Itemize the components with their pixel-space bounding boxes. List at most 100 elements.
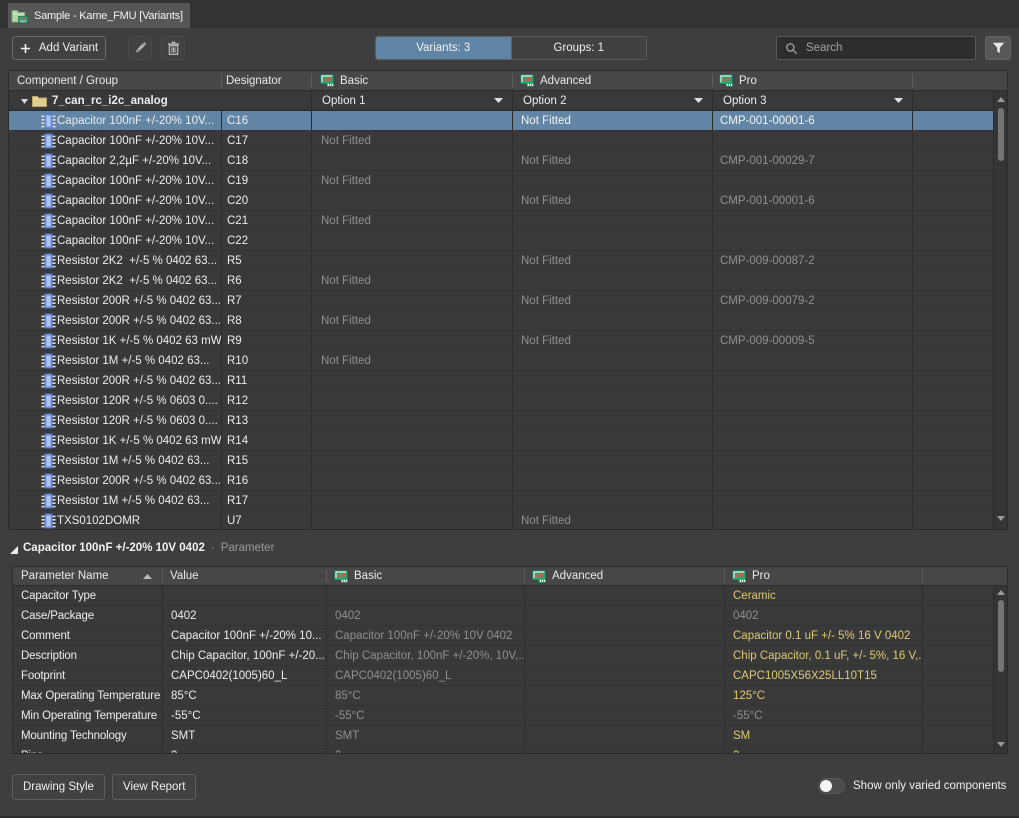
- drawing-style-label: Drawing Style: [23, 781, 94, 793]
- filler-cell: [922, 686, 993, 705]
- delete-variant-button[interactable]: [161, 36, 185, 60]
- component-row[interactable]: Capacitor 100nF +/-20% 10V...C22: [9, 231, 993, 251]
- component-row[interactable]: Resistor 200R +/-5 % 0402 63...R11: [9, 371, 993, 391]
- component-row[interactable]: Resistor 1M +/-5 % 0402 63...R15: [9, 451, 993, 471]
- basic-cell: [311, 251, 512, 270]
- component-row[interactable]: Resistor 1K +/-5 % 0402 63 mWR14: [9, 431, 993, 451]
- param-column-header-pro[interactable]: Pro: [732, 567, 922, 585]
- param-pro-cell-value: Capacitor 0.1 uF +/- 5% 16 V 0402: [733, 630, 910, 642]
- group-row[interactable]: 7_can_rc_i2c_analog Option 1 Option 2 Optio…: [9, 91, 993, 111]
- variant-option-dropdown[interactable]: Option 1: [311, 91, 512, 110]
- scroll-up-button[interactable]: [997, 97, 1005, 102]
- header-separator: [162, 570, 163, 582]
- scroll-up-button[interactable]: [997, 590, 1005, 595]
- component-row[interactable]: Resistor 1M +/-5 % 0402 63...R10Not Fitt…: [9, 351, 993, 371]
- filler-cell: [912, 271, 993, 290]
- column-header-advanced[interactable]: Advanced: [520, 71, 712, 90]
- basic-cell: [311, 431, 512, 450]
- parameter-row[interactable]: Capacitor TypeCeramic: [13, 586, 993, 606]
- group-name: 7_can_rc_i2c_analog: [52, 95, 168, 107]
- component-row[interactable]: Capacitor 100nF +/-20% 10V...C20Not Fitt…: [9, 191, 993, 211]
- component-row[interactable]: Resistor 2K2 +/-5 % 0402 63...R6Not Fitt…: [9, 271, 993, 291]
- param-advanced-cell: [524, 646, 724, 665]
- detail-subtitle: Parameter: [221, 542, 275, 554]
- component-row[interactable]: Resistor 200R +/-5 % 0402 63...R16: [9, 471, 993, 491]
- component-row[interactable]: Capacitor 100nF +/-20% 10V...C16Not Fitt…: [9, 111, 993, 131]
- component-row[interactable]: Resistor 1K +/-5 % 0402 63 mWR9Not Fitte…: [9, 331, 993, 351]
- scroll-thumb[interactable]: [998, 600, 1004, 672]
- param-column-header-value[interactable]: Value: [170, 567, 326, 585]
- component-row[interactable]: Capacitor 100nF +/-20% 10V...C21Not Fitt…: [9, 211, 993, 231]
- column-header-label: Designator: [226, 75, 282, 87]
- param-value-cell-value: CAPC0402(1005)60_L: [171, 670, 287, 682]
- chip-icon: [41, 393, 56, 409]
- add-variant-button[interactable]: Add Variant: [12, 36, 106, 60]
- group-expander[interactable]: [21, 99, 28, 104]
- component-row[interactable]: TXS0102DOMRU7Not Fitted: [9, 511, 993, 530]
- param-column-header-advanced[interactable]: Advanced: [532, 567, 724, 585]
- variant-pcb-icon: [334, 570, 348, 583]
- scroll-down-icon: [997, 516, 1005, 521]
- search-input[interactable]: Search: [776, 36, 976, 60]
- header-separator: [311, 74, 312, 87]
- component-row[interactable]: Capacitor 100nF +/-20% 10V...C17Not Fitt…: [9, 131, 993, 151]
- parameter-row[interactable]: CommentCapacitor 100nF +/-20% 10...Capac…: [13, 626, 993, 646]
- variant-option-dropdown[interactable]: Option 2: [512, 91, 712, 110]
- parameter-row[interactable]: Min Operating Temperature-55°C-55°C-55°C: [13, 706, 993, 726]
- scroll-down-button[interactable]: [997, 742, 1005, 747]
- parameter-row[interactable]: Mounting TechnologySMTSMTSM: [13, 726, 993, 746]
- column-header-pro[interactable]: Pro: [719, 71, 912, 90]
- basic-cell: Not Fitted: [311, 171, 512, 190]
- param-column-header-parameter-name[interactable]: Parameter Name: [21, 567, 162, 585]
- component-table-scrollbar[interactable]: [993, 91, 1007, 529]
- parameter-table-scrollbar[interactable]: [993, 586, 1007, 753]
- parameter-row[interactable]: FootprintCAPC0402(1005)60_LCAPC0402(1005…: [13, 666, 993, 686]
- component-row[interactable]: Resistor 120R +/-5 % 0603 0....R12: [9, 391, 993, 411]
- drawing-style-button[interactable]: Drawing Style: [12, 774, 105, 800]
- variant-option-label: Option 2: [523, 95, 566, 107]
- scroll-thumb[interactable]: [998, 108, 1004, 161]
- component-table-header: Component / Group Designator Basic Advanc…: [9, 71, 1007, 91]
- scroll-down-button[interactable]: [997, 516, 1005, 521]
- edit-variant-button[interactable]: [128, 36, 152, 60]
- show-varied-label: Show only varied components: [853, 778, 1006, 794]
- component-row[interactable]: Resistor 200R +/-5 % 0402 63...R8Not Fit…: [9, 311, 993, 331]
- param-column-header-basic[interactable]: Basic: [334, 567, 524, 585]
- component-row[interactable]: Resistor 2K2 +/-5 % 0402 63...R5Not Fitt…: [9, 251, 993, 271]
- pro-cell: [712, 451, 912, 470]
- chip-icon: [41, 433, 56, 449]
- view-tab-groups[interactable]: Groups: 1: [511, 37, 647, 59]
- column-header-designator[interactable]: Designator: [226, 71, 311, 90]
- advanced-cell: [512, 411, 712, 430]
- advanced-cell: Not Fitted: [512, 251, 712, 270]
- component-cell: Capacitor 100nF +/-20% 10V...: [9, 211, 221, 230]
- component-row[interactable]: Resistor 200R +/-5 % 0402 63...R7Not Fit…: [9, 291, 993, 311]
- document-tab[interactable]: Sample - Kame_FMU [Variants]: [8, 3, 190, 28]
- show-varied-toggle[interactable]: [818, 778, 845, 794]
- parameter-row[interactable]: Pins222: [13, 746, 993, 754]
- filler-cell: [912, 371, 993, 390]
- parameter-row[interactable]: Max Operating Temperature85°C85°C125°C: [13, 686, 993, 706]
- column-header-label: Component / Group: [17, 75, 118, 87]
- component-cell: Resistor 1M +/-5 % 0402 63...: [9, 451, 221, 470]
- designator-cell: R15: [221, 451, 311, 470]
- filter-button[interactable]: [985, 36, 1011, 60]
- parameter-row[interactable]: DescriptionChip Capacitor, 100nF +/-20..…: [13, 646, 993, 666]
- variant-option-dropdown[interactable]: Option 3: [712, 91, 912, 110]
- column-header-basic[interactable]: Basic: [320, 71, 512, 90]
- view-report-button[interactable]: View Report: [112, 774, 196, 800]
- component-row[interactable]: Capacitor 100nF +/-20% 10V...C19Not Fitt…: [9, 171, 993, 191]
- component-row[interactable]: Resistor 1M +/-5 % 0402 63...R17: [9, 491, 993, 511]
- chip-icon-slot: [41, 113, 56, 129]
- param-name-cell-value: Comment: [21, 630, 70, 642]
- collapse-triangle-icon[interactable]: [10, 545, 18, 557]
- parameter-row[interactable]: Case/Package040204020402: [13, 606, 993, 626]
- component-row[interactable]: Resistor 120R +/-5 % 0603 0....R13: [9, 411, 993, 431]
- chip-icon-slot: [41, 433, 56, 449]
- component-row[interactable]: Capacitor 2,2µF +/-20% 10V...C18Not Fitt…: [9, 151, 993, 171]
- column-header-component-group[interactable]: Component / Group: [17, 71, 221, 90]
- designator-cell: U7: [221, 511, 311, 530]
- view-tab-variants[interactable]: Variants: 3: [376, 37, 511, 59]
- basic-cell: [311, 291, 512, 310]
- designator-cell-value: C18: [227, 155, 248, 167]
